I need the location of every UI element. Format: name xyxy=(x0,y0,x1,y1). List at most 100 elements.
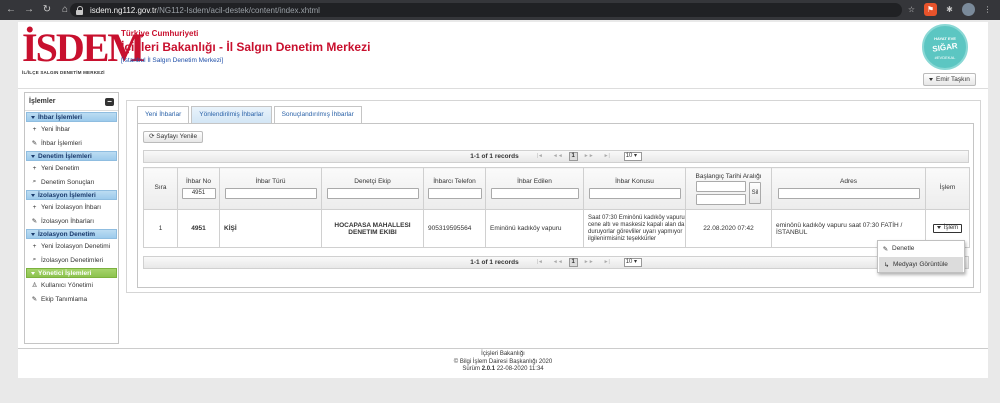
reload-icon[interactable]: ↻ xyxy=(40,3,54,17)
sidebar-item[interactable]: + Yeni İzolasyon İhbarı xyxy=(25,200,118,214)
caret-down-icon xyxy=(936,225,941,229)
page: İSDEM İL/İLÇE SALGIN DENETİM MERKEZİ Tür… xyxy=(18,22,988,378)
col-islem: İşlem xyxy=(925,167,970,210)
tab-panel: ⟳ Sayfayı Yenile 1-1 of 1 records |◄ ◄◄ … xyxy=(137,123,974,288)
sidebar-item-label: Kullanıcı Yönetimi xyxy=(41,281,93,289)
search-icon: ⌕ xyxy=(32,256,37,263)
footer: İçişleri Bakanlığı © Bilgi İşlem Dairesi… xyxy=(18,348,988,378)
col-ihbar-edilen: İhbar Edilen xyxy=(485,167,584,210)
sidebar-item[interactable]: ⌕ İzolasyon Denetimleri xyxy=(25,253,118,267)
records-count: 1-1 of 1 records xyxy=(470,153,519,160)
sidebar-item[interactable]: + Yeni Denetim xyxy=(25,161,118,175)
records-count: 1-1 of 1 records xyxy=(470,259,519,266)
last-page-icon[interactable]: ►| xyxy=(600,152,614,161)
prev-page-icon[interactable]: ◄◄ xyxy=(551,258,565,267)
prev-page-icon[interactable]: ◄◄ xyxy=(551,152,565,161)
user-menu-button[interactable]: Emir Taşkın xyxy=(923,73,976,86)
pencil-icon: ✎ xyxy=(882,245,889,253)
browser-toolbar: ← → ↻ ⌂ isdem.ng112.gov.tr/NG112-Isdem/a… xyxy=(0,0,1000,20)
cell-ihbar-edilen: Eminönü kadıköy vapuru xyxy=(485,209,584,248)
cell-ihbar-turu: KİŞİ xyxy=(219,209,322,248)
sidebar-item-label: Yeni İzolasyon İhbarı xyxy=(41,203,102,211)
sidebar-item-label: Yeni İhbar xyxy=(41,125,71,133)
col-adres: Adres xyxy=(771,167,926,210)
plus-icon: + xyxy=(32,164,37,172)
denetci-ekip-filter[interactable] xyxy=(326,188,419,199)
cell-ihbar-konusu: Saat 07:30 Eminönü kadıköy vapuru cene a… xyxy=(583,209,686,248)
next-page-icon[interactable]: ►► xyxy=(582,258,596,267)
col-ihbar-no: İhbar No 4951 xyxy=(177,167,220,210)
ihbar-turu-filter[interactable] xyxy=(224,188,317,199)
date-to-filter[interactable] xyxy=(696,193,746,205)
header-country: Türkiye Cumhuriyeti xyxy=(121,29,199,38)
sidebar-item[interactable]: + Yeni İzolasyon Denetimi xyxy=(25,239,118,253)
sidebar-group[interactable]: İhbar İşlemleri xyxy=(26,112,117,122)
paginator-top: 1-1 of 1 records |◄ ◄◄ 1 ►► ►| 10 ▾ xyxy=(143,150,969,163)
user-icon: ♙ xyxy=(31,282,38,289)
sidebar-header: İşlemler − xyxy=(25,93,118,111)
clear-date-button[interactable]: Sil xyxy=(749,181,761,204)
triangle-down-icon xyxy=(31,271,35,275)
ihbarci-telefon-filter[interactable] xyxy=(427,188,482,199)
col-ihbar-konusu: İhbar Konusu xyxy=(583,167,686,210)
page-number[interactable]: 1 xyxy=(568,258,578,267)
header-divider xyxy=(18,88,988,89)
profile-avatar[interactable] xyxy=(962,3,975,16)
sidebar-group[interactable]: İzolasyon Denetim xyxy=(26,229,117,239)
rows-per-page-select[interactable]: 10 ▾ xyxy=(623,258,642,267)
first-page-icon[interactable]: |◄ xyxy=(533,152,547,161)
sidebar-item[interactable]: ✎ Ekip Tanımlama xyxy=(25,292,118,306)
page-number[interactable]: 1 xyxy=(568,152,578,161)
sidebar-item[interactable]: ✎ İzolasyon İhbarları xyxy=(25,214,118,228)
extension-icon[interactable]: ⚑ xyxy=(924,3,937,16)
site-header: İSDEM İL/İLÇE SALGIN DENETİM MERKEZİ Tür… xyxy=(18,22,988,86)
col-baslangic-tarihi: Başlangıç Tarihi Aralığı Sil xyxy=(685,167,772,210)
rows-per-page-select[interactable]: 10 ▾ xyxy=(623,152,642,161)
sidebar-item[interactable]: ♙ Kullanıcı Yönetimi xyxy=(25,278,118,292)
next-page-icon[interactable]: ►► xyxy=(582,152,596,161)
sidebar-item[interactable]: + Yeni İhbar xyxy=(25,122,118,136)
cell-sira: 1 xyxy=(143,209,178,248)
address-bar[interactable]: isdem.ng112.gov.tr/NG112-Isdem/acil-dest… xyxy=(70,3,902,17)
islem-button[interactable]: İşlem xyxy=(932,224,963,233)
menu-item-medyayi-goruntule[interactable]: ↳ Medyayı Görüntüle xyxy=(879,257,963,272)
tab-sonuclandirilmis-ihbarlar[interactable]: Sonuçlandırılmış İhbarlar xyxy=(273,106,362,123)
date-from-filter[interactable] xyxy=(696,180,746,192)
collapse-icon[interactable]: − xyxy=(105,97,114,106)
back-icon[interactable]: ← xyxy=(4,3,18,17)
tab-yonlendirilmis-ihbarlar[interactable]: Yönlendirilmiş İhbarlar xyxy=(191,106,272,123)
pencil-icon: ✎ xyxy=(31,218,38,225)
sidebar-group[interactable]: Denetim İşlemleri xyxy=(26,151,117,161)
cell-ihbar-no: 4951 xyxy=(177,209,220,248)
ihbar-konusu-filter[interactable] xyxy=(588,188,681,199)
sidebar-item[interactable]: ⌕ Denetim Sonuçları xyxy=(25,175,118,189)
bookmark-star-icon[interactable]: ☆ xyxy=(905,3,918,16)
ihbar-table: Sıra İhbar No 4951 İhbar Türü Denetçi Eki… xyxy=(143,167,970,248)
ihbar-no-filter[interactable]: 4951 xyxy=(181,188,216,199)
plus-icon: + xyxy=(32,125,37,133)
sidebar-item[interactable]: ✎ İhbar İşlemleri xyxy=(25,136,118,150)
hayat-eve-sigar-badge: HAYAT EVE SIĞAR #EVDEKAL xyxy=(922,24,968,70)
menu-item-denetle[interactable]: ✎ Denetle xyxy=(878,241,964,256)
sidebar-group[interactable]: Yönetici İşlemleri xyxy=(26,268,117,278)
last-page-icon[interactable]: ►| xyxy=(600,258,614,267)
extensions-puzzle-icon[interactable]: ✱ xyxy=(943,3,956,16)
forward-icon[interactable]: → xyxy=(22,3,36,17)
lock-icon xyxy=(76,5,84,15)
tab-yeni-ihbarlar[interactable]: Yeni İhbarlar xyxy=(137,106,190,123)
adres-filter[interactable] xyxy=(777,188,920,199)
paginator-bottom: 1-1 of 1 records |◄ ◄◄ 1 ►► ►| 10 ▾ xyxy=(143,256,969,269)
col-ihbarci-telefon: İhbarcı Telefon xyxy=(423,167,486,210)
table-row[interactable]: 1 4951 KİŞİ HOCAPASA MAHALLESI DENETIM E… xyxy=(143,209,970,248)
sidebar-group[interactable]: İzolasyon İşlemleri xyxy=(26,190,117,200)
sidebar-item-label: İzolasyon Denetimleri xyxy=(41,256,104,264)
first-page-icon[interactable]: |◄ xyxy=(533,258,547,267)
main-panel: Yeni İhbarlar Yönlendirilmiş İhbarlar So… xyxy=(126,100,981,293)
tab-bar: Yeni İhbarlar Yönlendirilmiş İhbarlar So… xyxy=(137,106,364,123)
refresh-button[interactable]: ⟳ Sayfayı Yenile xyxy=(143,131,204,143)
plus-icon: + xyxy=(32,203,37,211)
ihbar-edilen-filter[interactable] xyxy=(490,188,579,199)
sidebar-item-label: Ekip Tanımlama xyxy=(41,295,88,303)
search-icon: ⌕ xyxy=(32,178,37,185)
menu-dots-icon[interactable]: ⋮ xyxy=(981,3,994,16)
